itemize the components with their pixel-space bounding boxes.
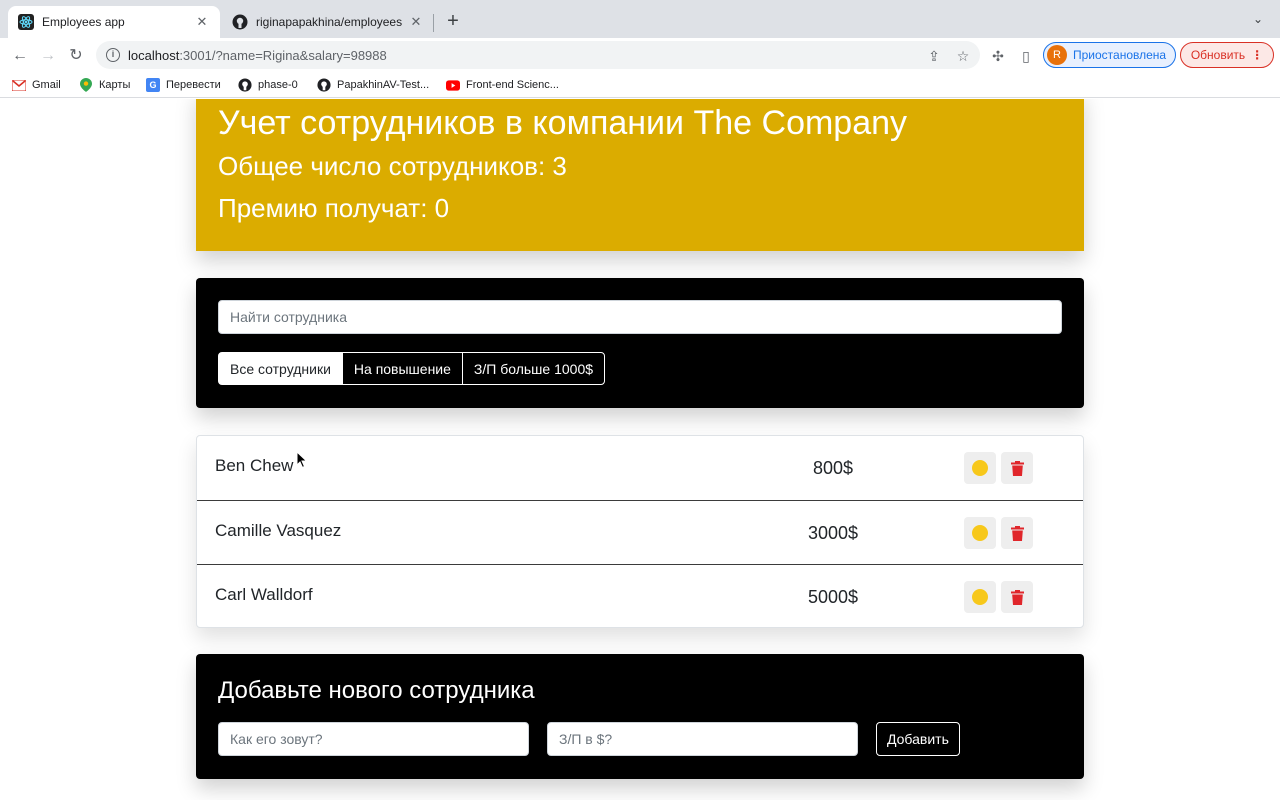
bonus-toggle-button[interactable] [964, 581, 996, 613]
github-icon [232, 14, 248, 30]
new-tab-plus-icon[interactable]: + [442, 10, 464, 32]
trash-icon [1010, 589, 1024, 605]
avatar: R [1047, 45, 1067, 65]
search-input[interactable] [218, 300, 1062, 334]
extensions-puzzle-icon[interactable]: ✣ [989, 47, 1007, 65]
add-employee-form: Добавьте нового сотрудника Добавить [196, 654, 1084, 779]
employee-salary[interactable]: 5000$ [755, 587, 911, 608]
list-item: Ben Chew 800$ [197, 436, 1083, 500]
github-icon [238, 78, 252, 92]
mouse-cursor-icon [296, 451, 308, 469]
bookmark-label: Карты [99, 79, 131, 91]
back-arrow-icon[interactable]: ← [8, 44, 32, 68]
list-item: Carl Walldorf 5000$ [197, 564, 1083, 628]
bookmark-star-icon[interactable]: ☆ [955, 48, 971, 64]
total-employees: Общее число сотрудников: 3 [218, 151, 567, 181]
youtube-icon [446, 78, 460, 92]
info-icon[interactable]: i [106, 48, 120, 62]
profile-status: Приостановлена [1073, 48, 1167, 62]
filter-salary-button[interactable]: З/П больше 1000$ [461, 352, 606, 385]
browser-toolbar: ← → ↻ i localhost:3001/?name=Rigina&sala… [0, 38, 1280, 72]
close-icon[interactable]: ✕ [408, 14, 424, 30]
employees-list: Ben Chew 800$ Camille Vasquez 3000$ Carl… [196, 435, 1084, 628]
bookmark-translate[interactable]: G Перевести [146, 76, 221, 94]
tab-title: Employees app [42, 15, 125, 29]
delete-button[interactable] [1001, 517, 1033, 549]
url-host: localhost [128, 47, 180, 63]
bookmark-gmail[interactable]: Gmail [12, 76, 61, 94]
delete-button[interactable] [1001, 452, 1033, 484]
employee-salary[interactable]: 3000$ [755, 523, 911, 544]
address-bar[interactable]: i localhost:3001/?name=Rigina&salary=989… [96, 41, 980, 69]
cookie-icon [972, 589, 988, 605]
new-name-input[interactable] [218, 722, 529, 756]
search-panel: Все сотрудники На повышение З/П больше 1… [196, 278, 1084, 408]
chevron-down-icon[interactable]: ⌄ [1250, 12, 1266, 28]
browser-tab-active[interactable]: Employees app ✕ [8, 6, 220, 38]
maps-icon [79, 78, 93, 92]
cookie-icon [972, 460, 988, 476]
app-info-panel: Учет сотрудников в компании The Company … [196, 99, 1084, 251]
react-icon [18, 14, 34, 30]
bookmark-maps[interactable]: Карты [79, 76, 130, 94]
cookie-icon [972, 525, 988, 541]
bookmarks-bar: Gmail Карты G Перевести phase-0 Papakhin… [0, 72, 1280, 98]
tab-title: riginapapakhina/employees [256, 15, 403, 29]
new-salary-input[interactable] [547, 722, 858, 756]
delete-button[interactable] [1001, 581, 1033, 613]
bookmark-label: Перевести [166, 79, 221, 91]
share-icon[interactable]: ⇪ [926, 48, 942, 64]
bonus-count: Премию получат: 0 [218, 193, 450, 223]
tab-separator [433, 14, 434, 32]
trash-icon [1010, 525, 1024, 541]
trash-icon [1010, 460, 1024, 476]
page-title: Учет сотрудников в компании The Company [218, 104, 908, 142]
github-icon [317, 78, 331, 92]
page-viewport: Учет сотрудников в компании The Company … [0, 99, 1280, 800]
add-employee-button[interactable]: Добавить [876, 722, 960, 756]
employee-salary[interactable]: 800$ [755, 458, 911, 479]
profile-button[interactable]: R Приостановлена [1043, 42, 1176, 68]
browser-tab[interactable]: riginapapakhina/employees ✕ [222, 6, 434, 38]
gmail-icon [12, 78, 26, 92]
bookmark-label: PapakhinAV-Test... [337, 79, 430, 91]
url-path: :3001/?name=Rigina&salary=98988 [179, 47, 387, 63]
reload-icon[interactable]: ↻ [64, 44, 88, 68]
forward-arrow-icon[interactable]: → [36, 44, 60, 68]
translate-icon: G [146, 78, 160, 92]
filter-button-group: Все сотрудники На повышение З/П больше 1… [218, 352, 1062, 385]
list-item: Camille Vasquez 3000$ [197, 500, 1083, 564]
close-icon[interactable]: ✕ [194, 14, 210, 30]
bookmark-label: Gmail [32, 79, 61, 91]
add-form-title: Добавьте нового сотрудника [218, 677, 535, 704]
update-label: Обновить [1190, 48, 1246, 62]
kebab-menu-icon: ⋮ [1251, 48, 1264, 62]
update-button[interactable]: Обновить ⋮ [1180, 42, 1274, 68]
employee-name[interactable]: Ben Chew [215, 456, 293, 476]
side-panel-icon[interactable]: ▯ [1017, 47, 1035, 65]
bonus-toggle-button[interactable] [964, 452, 996, 484]
employee-name[interactable]: Carl Walldorf [215, 585, 313, 605]
bookmark-label: Front-end Scienc... [466, 79, 559, 91]
bookmark-label: phase-0 [258, 79, 298, 91]
bookmark-papakhinav[interactable]: PapakhinAV-Test... [317, 76, 429, 94]
filter-all-button[interactable]: Все сотрудники [218, 352, 343, 385]
add-form-row: Добавить [218, 722, 1062, 756]
browser-tabstrip: Employees app ✕ riginapapakhina/employee… [0, 0, 1280, 38]
bonus-toggle-button[interactable] [964, 517, 996, 549]
bookmark-frontend-science[interactable]: Front-end Scienc... [446, 76, 559, 94]
employee-name[interactable]: Camille Vasquez [215, 521, 341, 541]
bookmark-phase-0[interactable]: phase-0 [238, 76, 298, 94]
filter-rise-button[interactable]: На повышение [342, 352, 462, 385]
